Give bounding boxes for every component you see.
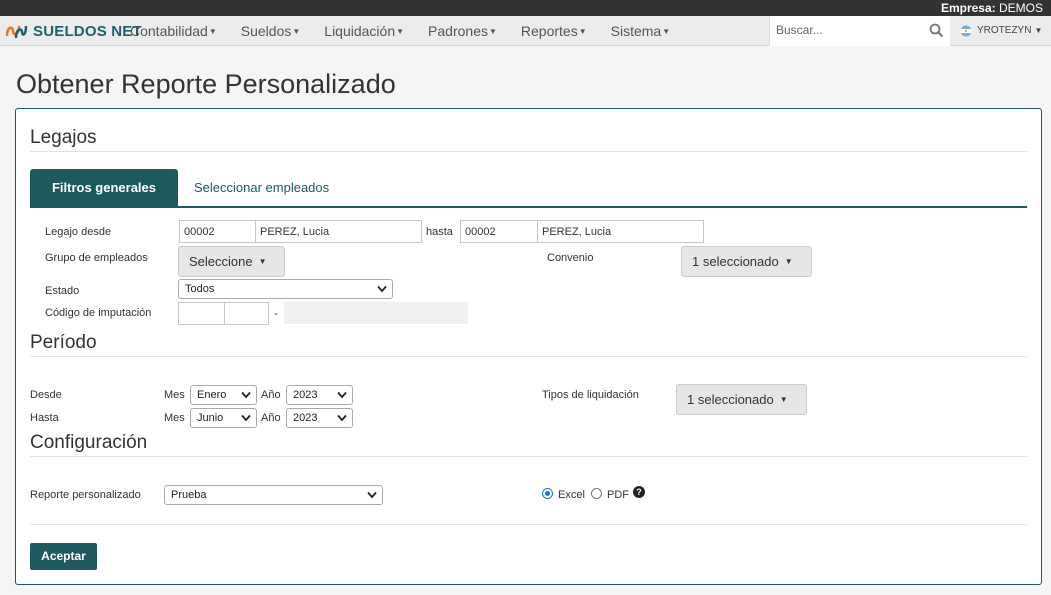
- select-value: Prueba: [171, 489, 207, 501]
- legajo-desde-name-field[interactable]: [255, 220, 422, 243]
- format-pdf-label[interactable]: PDF: [607, 488, 629, 502]
- desde-anio-select[interactable]: 2023: [286, 385, 353, 405]
- codigo-imputacion-input-1[interactable]: [178, 302, 225, 325]
- dropdown-value: 1 seleccionado: [692, 254, 779, 269]
- nav-item-sistema[interactable]: Sistema▼: [599, 16, 683, 46]
- nav-item-padrones[interactable]: Padrones▼: [416, 16, 509, 46]
- convenio-dropdown[interactable]: 1 seleccionado ▼: [681, 246, 812, 277]
- search-icon[interactable]: [929, 23, 944, 38]
- nav-menu: Contabilidad▼ Sueldos▼ Liquidación▼ Padr…: [118, 16, 682, 46]
- nav-item-reportes[interactable]: Reportes▼: [509, 16, 599, 46]
- chevron-down-icon: [377, 285, 387, 293]
- legajo-hasta-name-field[interactable]: [537, 220, 704, 243]
- search-box: [769, 16, 950, 46]
- argentina-flag-icon: [960, 25, 972, 37]
- select-value: Enero: [197, 389, 227, 401]
- user-menu[interactable]: YROTEZYN ▼: [960, 16, 1042, 46]
- convenio-label: Convenio: [547, 252, 594, 264]
- caret-down-icon: ▼: [488, 27, 497, 36]
- accept-button[interactable]: Aceptar: [30, 543, 97, 570]
- caret-down-icon: ▼: [662, 27, 671, 36]
- select-value: Todos: [185, 283, 215, 295]
- caret-down-icon: ▼: [292, 27, 301, 36]
- periodo-section-title: Período: [30, 332, 97, 353]
- chevron-down-icon: [337, 391, 347, 399]
- hasta-label: hasta: [426, 226, 453, 238]
- logo-icon: [5, 25, 28, 39]
- legajo-desde-code-input[interactable]: [179, 220, 256, 243]
- estado-label: Estado: [45, 285, 80, 297]
- divider: [30, 524, 1027, 525]
- dropdown-value: Seleccione: [189, 254, 253, 269]
- nav-item-liquidacion[interactable]: Liquidación▼: [312, 16, 416, 46]
- nav-label: Sistema: [610, 23, 662, 39]
- help-icon[interactable]: ?: [633, 486, 645, 498]
- reporte-personalizado-select[interactable]: Prueba: [164, 485, 383, 505]
- legajo-hasta-code-input[interactable]: [460, 220, 538, 243]
- anio-label: Año: [261, 389, 281, 401]
- hasta-mes-select[interactable]: Junio: [190, 408, 257, 428]
- codigo-imputacion-description: [284, 302, 468, 324]
- tab-filtros-generales[interactable]: Filtros generales: [30, 169, 178, 207]
- grupo-empleados-label: Grupo de empleados: [45, 252, 148, 264]
- hasta-anio-select[interactable]: 2023: [286, 408, 353, 428]
- search-input[interactable]: [774, 16, 924, 44]
- dropdown-value: 1 seleccionado: [687, 392, 774, 407]
- format-pdf-radio[interactable]: [591, 488, 602, 499]
- caret-down-icon: ▼: [1034, 26, 1043, 35]
- company-label: Empresa:: [940, 1, 996, 15]
- mes-label: Mes: [164, 389, 185, 401]
- codigo-imputacion-label: Código de imputación: [45, 307, 152, 319]
- caret-down-icon: ▼: [578, 27, 587, 36]
- desde-label: Desde: [30, 389, 62, 401]
- nav-label: Liquidación: [324, 23, 396, 39]
- nav-label: Contabilidad: [130, 23, 208, 39]
- grupo-empleados-dropdown[interactable]: Seleccione ▼: [178, 246, 285, 277]
- nav-item-contabilidad[interactable]: Contabilidad▼: [118, 16, 229, 46]
- desde-mes-select[interactable]: Enero: [190, 385, 257, 405]
- divider: [30, 356, 1027, 357]
- mes-label: Mes: [164, 412, 185, 424]
- select-value: 2023: [293, 389, 318, 401]
- company-name: DEMOS: [998, 1, 1043, 15]
- user-name: YROTEZYN: [977, 25, 1032, 36]
- reporte-personalizado-label: Reporte personalizado: [30, 489, 141, 501]
- estado-select[interactable]: Todos: [178, 279, 393, 299]
- chevron-down-icon: [241, 414, 251, 422]
- caret-down-icon: ▼: [258, 257, 267, 266]
- format-excel-radio[interactable]: [542, 488, 553, 499]
- report-form-panel: Legajos Filtros generales Seleccionar em…: [15, 108, 1042, 585]
- select-value: 2023: [293, 412, 318, 424]
- chevron-down-icon: [337, 414, 347, 422]
- codigo-separator: -: [274, 308, 278, 320]
- legajos-tabs: Filtros generales Seleccionar empleados: [30, 169, 1027, 208]
- caret-down-icon: ▼: [784, 257, 793, 266]
- select-value: Junio: [197, 412, 224, 424]
- divider: [30, 456, 1027, 457]
- chevron-down-icon: [367, 491, 377, 499]
- company-strip: Empresa: DEMOS: [0, 0, 1051, 16]
- hasta-periodo-label: Hasta: [30, 412, 59, 424]
- tipos-liquidacion-dropdown[interactable]: 1 seleccionado ▼: [676, 384, 807, 415]
- caret-down-icon: ▼: [396, 27, 405, 36]
- caret-down-icon: ▼: [208, 27, 217, 36]
- codigo-imputacion-input-2[interactable]: [224, 302, 269, 325]
- legajo-desde-label: Legajo desde: [45, 226, 112, 238]
- anio-label: Año: [261, 412, 281, 424]
- nav-label: Padrones: [428, 23, 488, 39]
- chevron-down-icon: [241, 391, 251, 399]
- page-title: Obtener Reporte Personalizado: [16, 69, 396, 99]
- nav-label: Reportes: [520, 23, 578, 39]
- divider: [30, 151, 1027, 152]
- caret-down-icon: ▼: [779, 395, 788, 404]
- nav-label: Sueldos: [240, 23, 292, 39]
- legajos-section-title: Legajos: [30, 127, 97, 148]
- main-navbar: SUELDOS NET Contabilidad▼ Sueldos▼ Liqui…: [0, 16, 1051, 46]
- tipos-liquidacion-label: Tipos de liquidación: [542, 389, 639, 401]
- tab-seleccionar-empleados[interactable]: Seleccionar empleados: [194, 169, 329, 207]
- format-excel-label[interactable]: Excel: [558, 488, 585, 502]
- configuracion-section-title: Configuración: [30, 432, 148, 453]
- nav-item-sueldos[interactable]: Sueldos▼: [229, 16, 313, 46]
